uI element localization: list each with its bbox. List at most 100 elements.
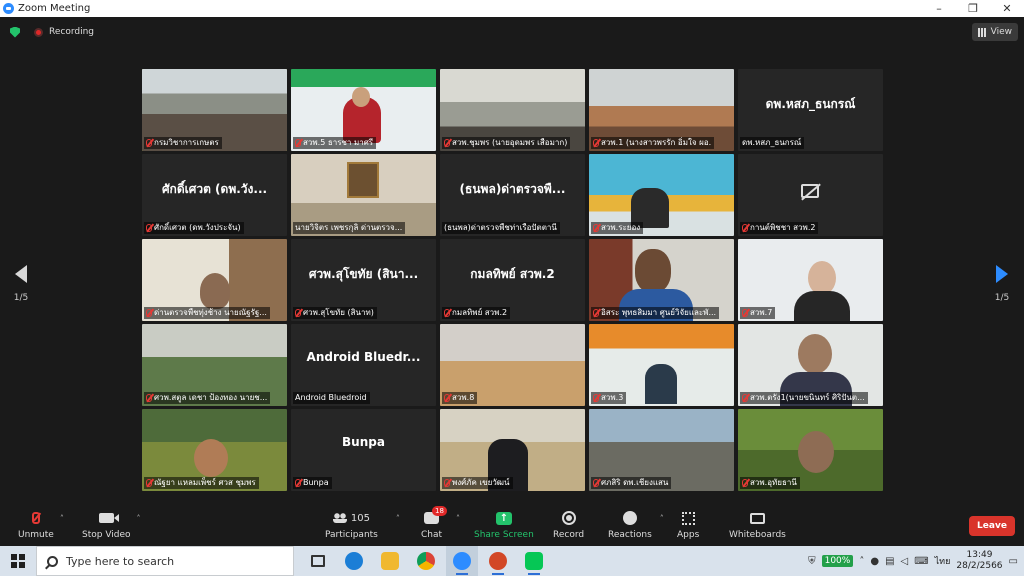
participant-tile[interactable]: ศักดิ์เศวต (ดพ.วัง... ศักดิ์เศวต (ดพ.วังป… <box>142 154 287 236</box>
chrome-icon <box>417 552 435 570</box>
chat-button[interactable]: 18 Chat ˄ <box>421 506 460 540</box>
chevron-up-icon[interactable]: ˄ <box>137 514 141 523</box>
chevron-up-icon[interactable]: ˄ <box>60 514 64 523</box>
record-button[interactable]: Record <box>553 510 584 540</box>
participant-tile[interactable]: สวพ.ตรัง1(นายขนินทร์ ศิริปันต... <box>738 324 883 406</box>
clock[interactable]: 13:49 28/2/2566 <box>956 550 1002 572</box>
video-figure <box>645 364 677 404</box>
keyboard-icon[interactable]: ⌨ <box>914 556 928 567</box>
arrow-left-icon[interactable] <box>15 265 27 283</box>
defender-icon[interactable]: ⛨ <box>808 556 816 567</box>
window-titlebar: Zoom Meeting – ❐ ✕ <box>0 0 1024 17</box>
apps-icon <box>681 511 695 525</box>
participant-tile[interactable]: ศวพ.สุโขทัย (สินา... ศวพ.สุโขทัย (สินาท) <box>291 239 436 321</box>
clock-date: 28/2/2566 <box>956 561 1003 571</box>
taskbar-chrome[interactable] <box>410 546 442 576</box>
participant-name: ศักดิ์เศวต (ดพ.วังประจัน) <box>154 223 241 232</box>
taskbar-explorer[interactable] <box>374 546 406 576</box>
record-label: Record <box>553 530 585 540</box>
participant-tile[interactable]: ศวพ.สตูล เดชา ป้องทอง นายช... <box>142 324 287 406</box>
next-page-nav[interactable]: 1/5 <box>992 265 1012 303</box>
edge-icon <box>345 552 363 570</box>
security-shield-icon[interactable] <box>10 26 20 38</box>
participant-name-label: กรมวิชาการเกษตร <box>144 137 222 149</box>
participant-name-label: สวพ.อุทัยธานี <box>740 477 800 489</box>
mic-muted-icon <box>444 139 450 147</box>
participant-name: สวพ.อุทัยธานี <box>750 478 797 487</box>
stop-video-label: Stop Video <box>82 530 131 540</box>
video-figure <box>635 249 671 293</box>
participant-name-label: สวพ.5 ธารชา มาศรี <box>293 137 377 149</box>
recording-indicator[interactable]: Recording <box>34 27 94 37</box>
participant-tile[interactable]: Bunpa Bunpa <box>291 409 436 491</box>
participant-tile[interactable]: นายวิจิตร เพชรกุลิ ด่านตรวจ... <box>291 154 436 236</box>
input-language[interactable]: ไทย <box>935 554 951 568</box>
participants-button[interactable]: 105 Participants ˄ <box>325 510 400 541</box>
battery-indicator[interactable]: 100% <box>821 555 854 567</box>
arrow-right-icon[interactable] <box>996 265 1008 283</box>
participant-tile[interactable]: ด่านตรวจพืชทุ่งช้าง นายณัฐรัฐ... <box>142 239 287 321</box>
view-button[interactable]: View <box>971 23 1018 41</box>
participant-name: นายวิจิตร เพชรกุลิ ด่านตรวจ... <box>295 223 403 232</box>
chevron-up-icon[interactable]: ˄ <box>660 514 664 523</box>
participant-display-name: Android Bluedr... <box>306 350 421 364</box>
participant-tile[interactable]: Android Bluedr... Android Bluedroid <box>291 324 436 406</box>
task-view-button[interactable] <box>302 546 334 576</box>
start-button[interactable] <box>0 546 36 576</box>
taskbar-search[interactable]: Type here to search <box>36 546 294 576</box>
participant-tile[interactable]: ณัฐยา แหลมเพ็ชร์ ศวส ชุมพร <box>142 409 287 491</box>
close-button[interactable]: ✕ <box>990 0 1024 17</box>
mic-muted-icon <box>742 224 748 232</box>
chevron-up-icon[interactable]: ˄ <box>456 514 460 523</box>
share-screen-button[interactable]: ↑ Share Screen <box>474 510 534 540</box>
participant-name: ณัฐยา แหลมเพ็ชร์ ศวส ชุมพร <box>154 478 256 487</box>
participant-tile[interactable]: อิสระ พุทธสิมมา ศูนย์วิจัยและพั... <box>589 239 734 321</box>
participant-tile[interactable]: สวพ.7 <box>738 239 883 321</box>
minimize-button[interactable]: – <box>922 0 956 17</box>
prev-page-nav[interactable]: 1/5 <box>11 265 31 303</box>
participant-tile[interactable]: ศภสิริ ดพ.เชียงแสน <box>589 409 734 491</box>
participant-tile[interactable]: สวพ.3 <box>589 324 734 406</box>
restore-button[interactable]: ❐ <box>956 0 990 17</box>
mic-muted-icon <box>444 394 450 402</box>
participant-tile[interactable]: (ธนพล)ด่าตรวจพื... (ธนพล)ด่าตรวจพืชท่าเรื… <box>440 154 585 236</box>
participant-tile[interactable]: สวพ.8 <box>440 324 585 406</box>
taskbar-line[interactable] <box>518 546 550 576</box>
participant-name-label: สวพ.8 <box>442 392 478 404</box>
notifications-icon[interactable]: ▭ <box>1009 556 1018 567</box>
participant-tile[interactable]: กมลทิพย์ สวพ.2 กมลทิพย์ สวพ.2 <box>440 239 585 321</box>
chevron-up-icon[interactable]: ˄ <box>859 556 864 567</box>
leave-button[interactable]: Leave <box>969 516 1015 536</box>
participant-display-name: ศวพ.สุโขทัย (สินา... <box>308 267 419 281</box>
apps-button[interactable]: Apps <box>677 510 699 540</box>
taskbar-zoom[interactable] <box>446 546 478 576</box>
taskbar-powerpoint[interactable] <box>482 546 514 576</box>
participant-tile[interactable]: กานต์พิชชา สวพ.2 <box>738 154 883 236</box>
mic-muted-icon <box>593 139 599 147</box>
participant-tile[interactable]: สวพ.1 (นางสาวพรรัก อิ่มใจ ผอ. <box>589 69 734 151</box>
participant-name: Bunpa <box>303 478 329 487</box>
participant-tile[interactable]: พงศ์ภัค เขยวัฒน์ <box>440 409 585 491</box>
participant-name-label: กมลทิพย์ สวพ.2 <box>442 307 511 319</box>
stop-video-button[interactable]: Stop Video ˄ <box>82 510 141 540</box>
whiteboard-icon <box>749 512 765 524</box>
mic-icon[interactable]: ● <box>870 556 879 567</box>
participant-tile[interactable]: กรมวิชาการเกษตร <box>142 69 287 151</box>
participant-tile[interactable]: สวพ.ชุมพร (นายอุดมพร เสือมาก) <box>440 69 585 151</box>
whiteboards-button[interactable]: Whiteboards <box>729 510 786 540</box>
camera-icon <box>98 513 119 523</box>
reactions-button[interactable]: Reactions ˄ <box>608 510 664 540</box>
participant-name-label: ศักดิ์เศวต (ดพ.วังประจัน) <box>144 222 244 234</box>
taskbar-edge[interactable] <box>338 546 370 576</box>
speaker-icon[interactable]: ◁ <box>901 556 909 567</box>
participant-tile[interactable]: สวพ.5 ธารชา มาศรี <box>291 69 436 151</box>
unmute-button[interactable]: Unmute ˄ <box>18 510 64 540</box>
participant-tile[interactable]: สวพ.อุทัยธานี <box>738 409 883 491</box>
participant-tile[interactable]: ดพ.หสภ_ธนกรณ์ ดพ.หสภ_ธนกรณ์ <box>738 69 883 151</box>
search-icon <box>47 555 58 567</box>
participant-tile[interactable]: สวพ.ระยอง <box>589 154 734 236</box>
participant-name-label: Android Bluedroid <box>293 392 370 404</box>
network-icon[interactable]: ▤ <box>885 556 894 567</box>
chevron-up-icon[interactable]: ˄ <box>396 514 400 523</box>
video-figure <box>798 431 834 473</box>
